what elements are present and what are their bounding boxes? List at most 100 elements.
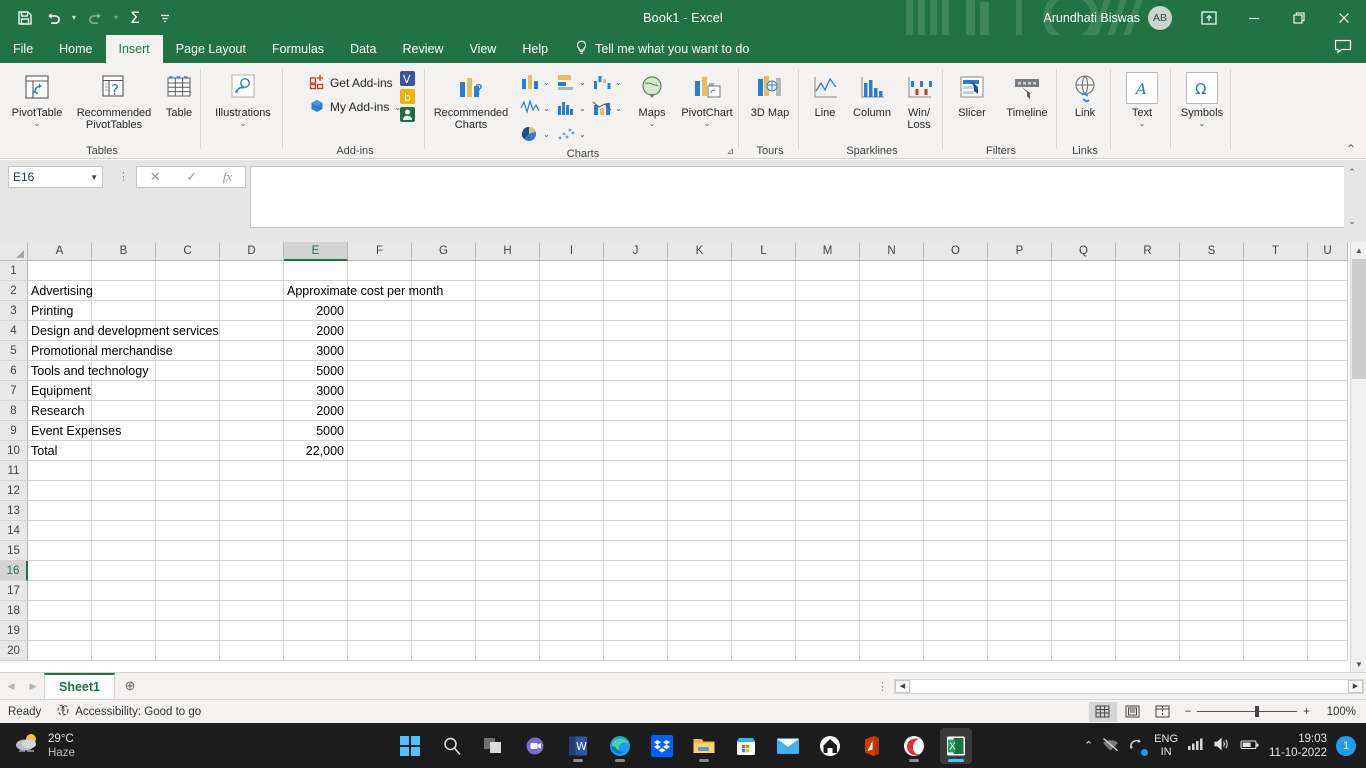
grid-row-20[interactable]: [28, 641, 1348, 661]
undo-icon[interactable]: [40, 5, 66, 31]
cell-K4[interactable]: [668, 321, 732, 341]
cell-S20[interactable]: [1180, 641, 1244, 661]
cell-E19[interactable]: [284, 621, 348, 641]
timeline-button[interactable]: Timeline: [998, 67, 1056, 119]
undo-dropdown-icon[interactable]: ▾: [68, 5, 80, 31]
cell-P20[interactable]: [988, 641, 1052, 661]
cell-T5[interactable]: [1244, 341, 1308, 361]
cell-A5[interactable]: Promotional merchandise: [28, 341, 92, 361]
cell-I11[interactable]: [540, 461, 604, 481]
cell-Q18[interactable]: [1052, 601, 1116, 621]
cell-B14[interactable]: [92, 521, 156, 541]
row-header-5[interactable]: 5: [0, 341, 28, 361]
cell-J4[interactable]: [604, 321, 668, 341]
tell-me-search[interactable]: Tell me what you want to do: [575, 35, 749, 63]
cell-D14[interactable]: [220, 521, 284, 541]
row-header-7[interactable]: 7: [0, 381, 28, 401]
cell-P16[interactable]: [988, 561, 1052, 581]
column-header-S[interactable]: S: [1180, 242, 1244, 261]
cell-I8[interactable]: [540, 401, 604, 421]
cell-U6[interactable]: [1308, 361, 1348, 381]
cell-U19[interactable]: [1308, 621, 1348, 641]
cell-O6[interactable]: [924, 361, 988, 381]
cell-G7[interactable]: [412, 381, 476, 401]
word-icon[interactable]: W: [562, 728, 594, 764]
column-header-L[interactable]: L: [732, 242, 796, 261]
cell-C3[interactable]: [156, 301, 220, 321]
cell-T15[interactable]: [1244, 541, 1308, 561]
cell-G8[interactable]: [412, 401, 476, 421]
cell-M4[interactable]: [796, 321, 860, 341]
grid-row-8[interactable]: Research2000: [28, 401, 1348, 421]
edge-icon[interactable]: [604, 728, 636, 764]
cell-A6[interactable]: Tools and technology: [28, 361, 92, 381]
cell-A13[interactable]: [28, 501, 92, 521]
cell-L4[interactable]: [732, 321, 796, 341]
cell-T7[interactable]: [1244, 381, 1308, 401]
cell-G17[interactable]: [412, 581, 476, 601]
histogram-chart-dropdown-icon[interactable]: ⌄: [579, 104, 586, 113]
cell-H5[interactable]: [476, 341, 540, 361]
cell-R16[interactable]: [1116, 561, 1180, 581]
cell-G6[interactable]: [412, 361, 476, 381]
taskbar[interactable]: 29°C Haze W: [0, 723, 1366, 768]
cell-K3[interactable]: [668, 301, 732, 321]
cell-K12[interactable]: [668, 481, 732, 501]
cell-T18[interactable]: [1244, 601, 1308, 621]
cell-I6[interactable]: [540, 361, 604, 381]
cell-T3[interactable]: [1244, 301, 1308, 321]
cell-C6[interactable]: [156, 361, 220, 381]
name-box[interactable]: E16 ▼: [8, 166, 103, 188]
cell-D19[interactable]: [220, 621, 284, 641]
cell-F6[interactable]: [348, 361, 412, 381]
cell-D13[interactable]: [220, 501, 284, 521]
column-header-C[interactable]: C: [156, 242, 220, 261]
insert-function-icon[interactable]: fx: [223, 169, 232, 185]
cell-R2[interactable]: [1116, 281, 1180, 301]
tab-file[interactable]: File: [0, 35, 46, 63]
cell-M15[interactable]: [796, 541, 860, 561]
cell-H20[interactable]: [476, 641, 540, 661]
cell-Q15[interactable]: [1052, 541, 1116, 561]
battery-icon[interactable]: [1240, 738, 1260, 754]
column-header-P[interactable]: P: [988, 242, 1052, 261]
cell-G3[interactable]: [412, 301, 476, 321]
cell-R14[interactable]: [1116, 521, 1180, 541]
cell-I3[interactable]: [540, 301, 604, 321]
cell-C20[interactable]: [156, 641, 220, 661]
scatter-chart-dropdown-icon[interactable]: ⌄: [579, 130, 586, 139]
cell-G12[interactable]: [412, 481, 476, 501]
cell-I4[interactable]: [540, 321, 604, 341]
cell-B2[interactable]: [92, 281, 156, 301]
column-header-E[interactable]: E: [284, 242, 348, 261]
cell-Q9[interactable]: [1052, 421, 1116, 441]
cell-E20[interactable]: [284, 641, 348, 661]
cell-I1[interactable]: [540, 261, 604, 281]
cell-Q11[interactable]: [1052, 461, 1116, 481]
cell-L13[interactable]: [732, 501, 796, 521]
cell-H3[interactable]: [476, 301, 540, 321]
cell-M8[interactable]: [796, 401, 860, 421]
column-header-T[interactable]: T: [1244, 242, 1308, 261]
column-header-K[interactable]: K: [668, 242, 732, 261]
cell-D8[interactable]: [220, 401, 284, 421]
combo-chart-button[interactable]: ⌄: [592, 95, 628, 121]
scroll-up-icon[interactable]: ▲: [1351, 242, 1366, 258]
formula-input[interactable]: [250, 166, 1344, 228]
sheet-tab-bar[interactable]: ◀ ▶ Sheet1 ⊕ ⋮ ◀ ▶: [0, 672, 1366, 699]
cell-R18[interactable]: [1116, 601, 1180, 621]
ribbon-display-options-icon[interactable]: [1186, 0, 1231, 35]
cell-A15[interactable]: [28, 541, 92, 561]
pivottable-dropdown-icon[interactable]: ⌄: [34, 119, 41, 128]
cell-K6[interactable]: [668, 361, 732, 381]
scroll-handle[interactable]: ⋮: [877, 680, 894, 693]
cell-S17[interactable]: [1180, 581, 1244, 601]
cell-K5[interactable]: [668, 341, 732, 361]
cell-M7[interactable]: [796, 381, 860, 401]
cell-Q16[interactable]: [1052, 561, 1116, 581]
cell-Q6[interactable]: [1052, 361, 1116, 381]
cell-K8[interactable]: [668, 401, 732, 421]
cell-E11[interactable]: [284, 461, 348, 481]
cell-M5[interactable]: [796, 341, 860, 361]
cell-G19[interactable]: [412, 621, 476, 641]
